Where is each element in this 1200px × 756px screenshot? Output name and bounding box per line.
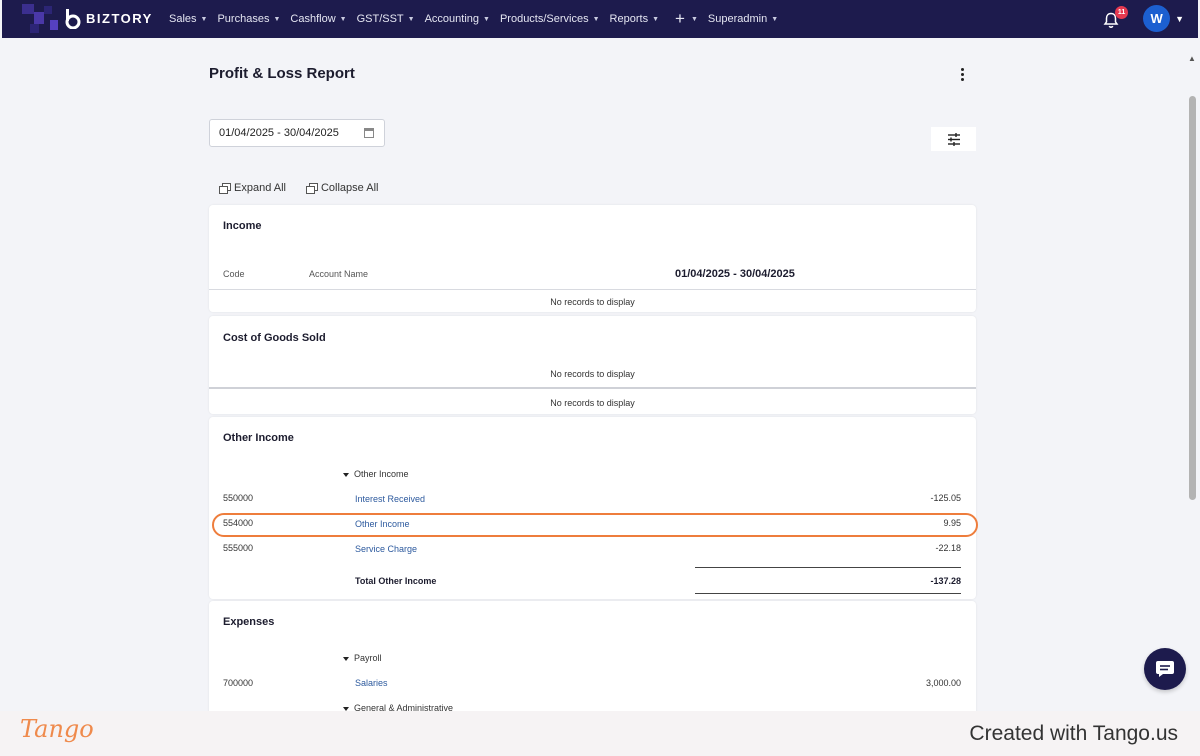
nav-label: Accounting [424, 13, 480, 25]
brand-logo[interactable]: BIZTORY [2, 0, 162, 38]
expand-collapse-toolbar: Expand All Collapse All [219, 182, 378, 194]
expand-icon [219, 182, 231, 194]
nav-label: Superadmin [707, 13, 768, 25]
total-amount: -137.28 [930, 576, 961, 586]
account-amount: 3,000.00 [925, 678, 961, 688]
section-title: Cost of Goods Sold [223, 332, 326, 344]
caret-down-icon: ▼ [483, 15, 490, 23]
section-title: Expenses [223, 616, 275, 628]
total-label: Total Other Income [355, 576, 437, 586]
collapse-icon [305, 182, 318, 194]
date-range-picker[interactable]: 01/04/2025 - 30/04/2025 [209, 119, 385, 147]
nav-label: Products/Services [499, 13, 589, 25]
account-link[interactable]: Interest Received [355, 494, 425, 504]
income-section: Income Code Account Name 01/04/2025 - 30… [209, 205, 976, 312]
scroll-up-arrow-icon[interactable]: ▲ [1188, 54, 1196, 63]
sliders-icon [947, 132, 960, 146]
caret-down-icon [343, 656, 349, 661]
chat-bubble-icon [1156, 661, 1174, 677]
empty-state: No records to display [550, 297, 635, 307]
group-row-payroll[interactable]: Payroll [343, 653, 382, 663]
group-label: Payroll [354, 653, 382, 663]
highlight-outline [212, 513, 978, 537]
caret-down-icon: ▼ [690, 15, 698, 23]
account-amount: -125.05 [930, 493, 961, 503]
section-title: Income [223, 220, 262, 232]
divider [209, 289, 976, 290]
cogs-section: Cost of Goods Sold No records to display… [209, 316, 976, 414]
chevron-down-icon[interactable]: ▼ [1175, 14, 1184, 24]
caret-down-icon: ▼ [652, 15, 660, 23]
account-code: 555000 [223, 543, 254, 553]
chat-widget-button[interactable] [1144, 648, 1186, 690]
caret-down-icon [343, 472, 349, 477]
notifications-button[interactable]: 11 [1103, 5, 1129, 28]
nav-gst-sst[interactable]: GST/SST ▼ [352, 13, 420, 25]
header-tools: 11 W ▼ [1103, 5, 1184, 32]
total-top-rule [695, 567, 961, 568]
section-title: Other Income [223, 432, 294, 444]
plus-icon: + [675, 9, 685, 28]
empty-state: No records to display [550, 398, 635, 408]
group-label: Other Income [354, 469, 409, 479]
account-link[interactable]: Service Charge [355, 544, 417, 554]
caret-down-icon: ▼ [339, 15, 347, 23]
nav-accounting[interactable]: Accounting ▼ [420, 13, 495, 25]
divider [209, 387, 976, 389]
nav-label: Purchases [217, 13, 270, 25]
nav-quick-add[interactable]: + ▼ [664, 9, 703, 29]
expand-all-button[interactable]: Expand All [219, 182, 286, 194]
nav-label: GST/SST [356, 13, 404, 25]
column-header-code: Code [223, 269, 245, 279]
nav-label: Cashflow [290, 13, 336, 25]
filter-settings-button[interactable] [931, 127, 976, 151]
top-navbar: BIZTORY Sales ▼ Purchases ▼ Cashflow ▼ GST/… [2, 0, 1198, 38]
total-bottom-rule [695, 593, 961, 594]
nav-sales[interactable]: Sales ▼ [164, 13, 212, 25]
column-header-period: 01/04/2025 - 30/04/2025 [675, 268, 795, 280]
tango-footer: Tango Created with Tango.us [0, 711, 1200, 756]
account-link[interactable]: Salaries [355, 678, 388, 688]
page-title: Profit & Loss Report [209, 65, 355, 82]
expenses-section: Expenses Payroll 700000 Salaries 3,000.0… [209, 601, 976, 716]
caret-down-icon: ▼ [592, 15, 600, 23]
account-code: 550000 [223, 493, 254, 503]
tango-logo: Tango [20, 715, 94, 743]
nav-superadmin[interactable]: Superadmin ▼ [703, 13, 783, 25]
created-with-text: Created with Tango.us [969, 722, 1178, 745]
nav-reports[interactable]: Reports ▼ [605, 13, 664, 25]
other-income-section: Other Income Other Income 550000 Interes… [209, 417, 976, 599]
calendar-icon[interactable] [364, 128, 374, 138]
avatar[interactable]: W [1143, 5, 1171, 32]
nav-label: Reports [609, 13, 649, 25]
page-scrollbar[interactable]: ▲ [1187, 40, 1198, 710]
group-row-other-income[interactable]: Other Income [343, 469, 409, 479]
empty-state: No records to display [550, 369, 635, 379]
nav-products-services[interactable]: Products/Services ▼ [495, 13, 605, 25]
expand-all-label: Expand All [234, 182, 286, 194]
caret-down-icon: ▼ [771, 15, 779, 23]
account-code: 700000 [223, 678, 254, 688]
column-header-account-name: Account Name [309, 269, 369, 279]
brand-mark-icon [65, 9, 81, 29]
brand-name: BIZTORY [86, 11, 153, 26]
nav-label: Sales [169, 13, 197, 25]
scroll-thumb[interactable] [1189, 96, 1196, 500]
more-options-icon[interactable] [956, 67, 968, 83]
collapse-all-label: Collapse All [320, 182, 379, 194]
main-nav: Sales ▼ Purchases ▼ Cashflow ▼ GST/SST ▼ Acc… [164, 9, 783, 29]
nav-purchases[interactable]: Purchases ▼ [212, 13, 285, 25]
nav-cashflow[interactable]: Cashflow ▼ [285, 13, 351, 25]
caret-down-icon: ▼ [407, 15, 415, 23]
caret-down-icon: ▼ [200, 15, 208, 23]
account-amount: -22.18 [935, 543, 961, 553]
date-range-value: 01/04/2025 - 30/04/2025 [219, 127, 339, 139]
collapse-all-button[interactable]: Collapse All [305, 182, 379, 194]
notification-badge: 11 [1115, 5, 1129, 19]
caret-down-icon: ▼ [273, 15, 281, 23]
